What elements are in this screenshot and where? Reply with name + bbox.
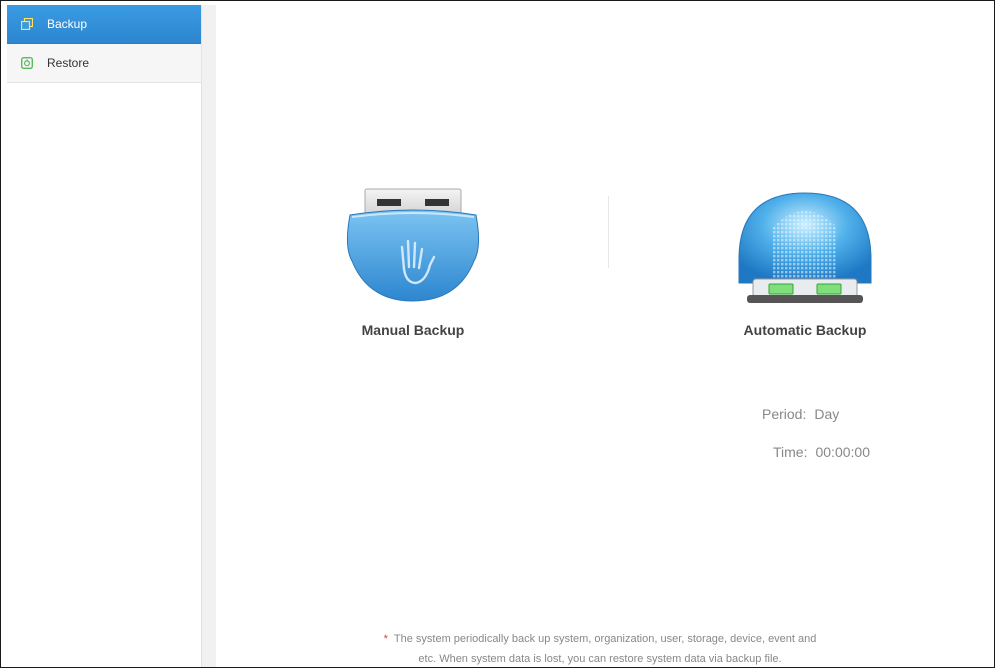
sidebar-splitter[interactable]	[201, 5, 217, 667]
manual-backup-button[interactable]: Manual Backup	[331, 187, 495, 338]
period-row: Period: Day	[762, 406, 839, 422]
time-value: 00:00:00	[815, 444, 870, 460]
period-value: Day	[814, 406, 840, 422]
app-window: Backup Restore Manual Backup Automatic B…	[0, 0, 995, 668]
main-panel: Manual Backup Automatic Backup Period: D…	[216, 5, 994, 667]
manual-backup-icon	[346, 188, 480, 302]
sidebar-item-label: Restore	[47, 56, 90, 70]
sidebar-item-label: Backup	[47, 17, 88, 31]
divider	[608, 196, 609, 268]
automatic-backup-label: Automatic Backup	[743, 322, 867, 338]
manual-backup-label: Manual Backup	[361, 322, 465, 338]
backup-icon	[21, 18, 33, 30]
period-label: Period:	[762, 406, 807, 422]
restore-icon	[21, 57, 33, 69]
note-line-2: etc. When system data is lost, you can r…	[418, 653, 782, 665]
sidebar-item-restore[interactable]: Restore	[7, 44, 201, 83]
time-label: Time:	[773, 444, 808, 460]
required-star-icon: *	[383, 633, 388, 645]
automatic-backup-button[interactable]: Automatic Backup	[723, 187, 887, 338]
sidebar: Backup Restore	[7, 5, 202, 667]
automatic-backup-icon	[738, 192, 872, 303]
sidebar-item-backup[interactable]: Backup	[7, 5, 201, 44]
note-line-1-wrap: * The system periodically back up system,…	[1, 629, 994, 649]
time-row: Time: 00:00:00	[773, 444, 870, 460]
note-line-1: The system periodically back up system, …	[393, 633, 817, 645]
backup-note: * The system periodically back up system,…	[1, 629, 994, 667]
